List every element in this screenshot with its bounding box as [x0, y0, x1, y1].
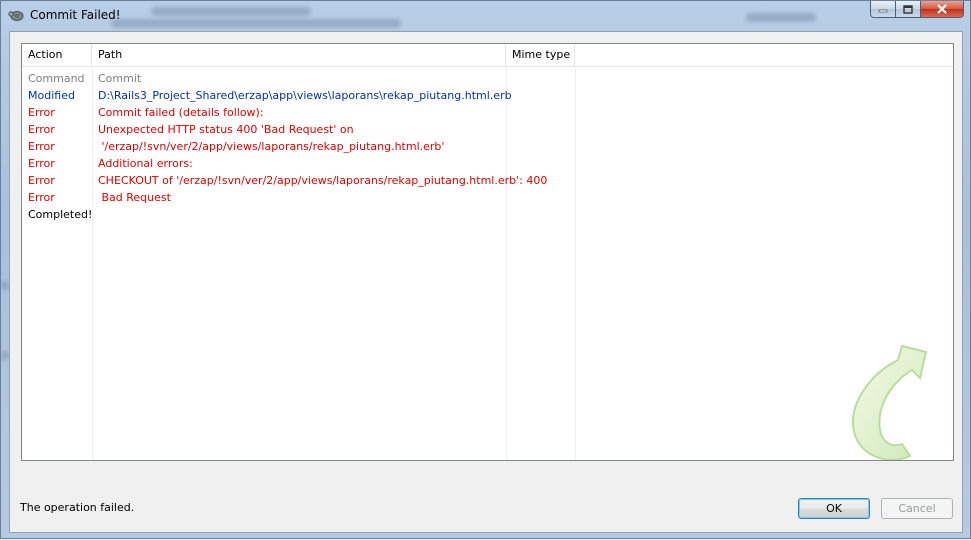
action-cell: Error: [28, 157, 55, 170]
action-cell: Error: [28, 123, 55, 136]
column-header-path[interactable]: Path: [92, 44, 506, 66]
path-cell: Additional errors:: [98, 157, 193, 170]
action-cell: Modified: [28, 89, 75, 102]
path-cell: CHECKOUT of '/erzap/!svn/ver/2/app/views…: [98, 174, 548, 187]
title-bar[interactable]: Commit Failed!: [1, 1, 970, 31]
list-item[interactable]: Error Commit failed (details follow):: [22, 104, 953, 121]
list-item[interactable]: Error '/erzap/!svn/ver/2/app/views/lapor…: [22, 138, 953, 155]
status-message: The operation failed.: [20, 501, 135, 514]
window-title: Commit Failed!: [30, 8, 121, 22]
list-item[interactable]: Error Bad Request: [22, 189, 953, 206]
path-cell: '/erzap/!svn/ver/2/app/views/laporans/re…: [98, 140, 445, 153]
maximize-icon: [903, 4, 913, 14]
tortoisesvn-icon: [8, 11, 24, 21]
list-item[interactable]: Completed!: [22, 206, 953, 223]
column-header-mime-type[interactable]: Mime type: [506, 44, 575, 66]
close-icon: [937, 4, 947, 14]
list-header: Action Path Mime type: [22, 44, 953, 67]
list-item[interactable]: Modified D:\Rails3_Project_Shared\erzap\…: [22, 87, 953, 104]
caption-buttons: [870, 1, 964, 18]
list-item[interactable]: Command Commit: [22, 70, 953, 87]
commit-log-list[interactable]: Action Path Mime type Command Commit Mod…: [21, 43, 954, 461]
dialog-content: Action Path Mime type Command Commit Mod…: [9, 31, 963, 533]
path-cell: Unexpected HTTP status 400 'Bad Request'…: [98, 123, 354, 136]
action-cell: Error: [28, 191, 55, 204]
minimize-icon: [878, 9, 888, 13]
list-item[interactable]: Error Additional errors:: [22, 155, 953, 172]
column-header-action[interactable]: Action: [22, 44, 92, 66]
action-cell: Error: [28, 140, 55, 153]
ok-button[interactable]: OK: [798, 498, 870, 519]
close-button[interactable]: [921, 1, 964, 18]
path-cell: Commit failed (details follow):: [98, 106, 264, 119]
update-arrow-icon: [852, 344, 928, 460]
action-cell: Command: [28, 72, 85, 85]
cancel-button[interactable]: Cancel: [881, 498, 953, 519]
dialog-window: Commit Failed! Action Path Mime type Com…: [0, 0, 971, 539]
maximize-button[interactable]: [896, 1, 921, 18]
path-cell: D:\Rails3_Project_Shared\erzap\app\views…: [98, 89, 512, 102]
list-item[interactable]: Error CHECKOUT of '/erzap/!svn/ver/2/app…: [22, 172, 953, 189]
path-cell: Commit: [98, 72, 142, 85]
action-cell: Error: [28, 174, 55, 187]
list-item[interactable]: Error Unexpected HTTP status 400 'Bad Re…: [22, 121, 953, 138]
path-cell: Bad Request: [98, 191, 171, 204]
action-cell: Completed!: [28, 208, 93, 221]
action-cell: Error: [28, 106, 55, 119]
minimize-button[interactable]: [870, 1, 896, 18]
